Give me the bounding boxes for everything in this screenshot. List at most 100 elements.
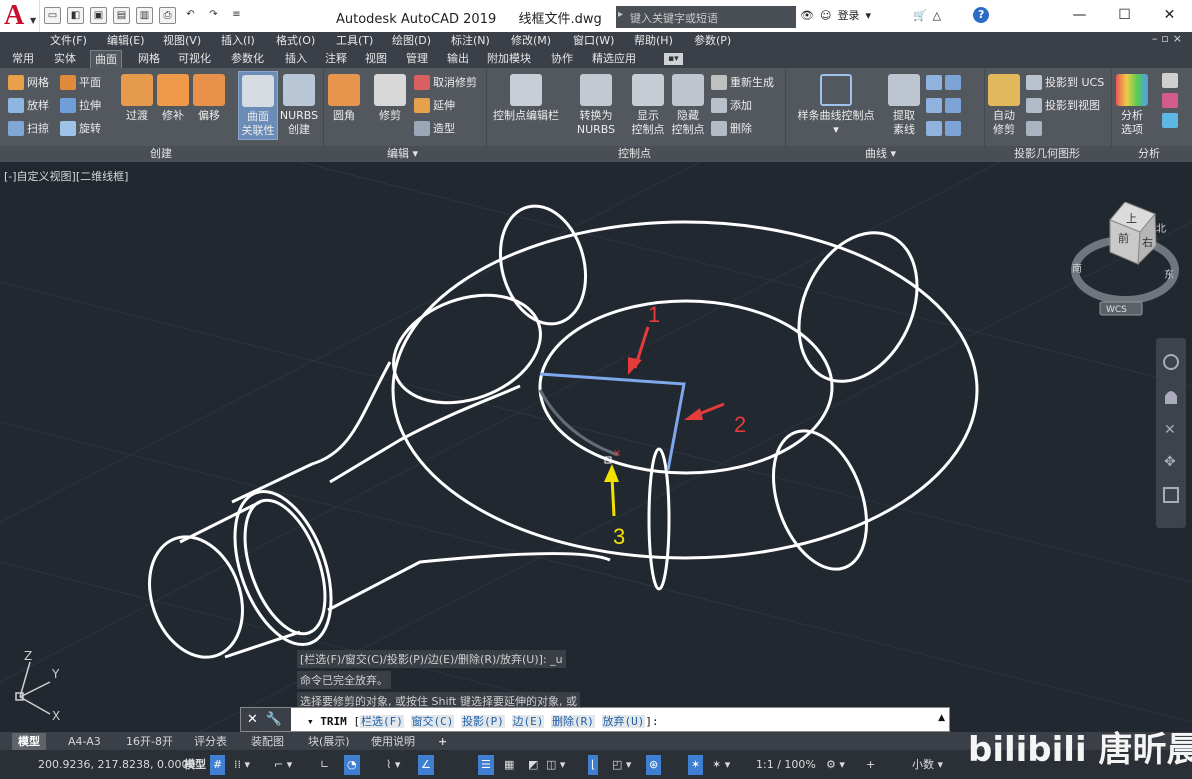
- login-link[interactable]: 登录: [837, 7, 859, 23]
- orbit-icon[interactable]: ✥: [1164, 454, 1176, 470]
- tab-layout-scoring[interactable]: 评分表: [194, 733, 227, 750]
- customize-qat-icon[interactable]: ≡: [228, 7, 245, 24]
- infer-constraints-icon[interactable]: ⌐ ▾: [274, 755, 292, 775]
- line-tools-row-2[interactable]: [926, 96, 961, 114]
- object-snap-tracking-icon[interactable]: ∠: [418, 755, 434, 775]
- nurbs-creation-button[interactable]: NURBS 创建: [279, 74, 319, 137]
- cart-icon[interactable]: 🛒: [913, 9, 927, 22]
- panel-title-analysis[interactable]: 分析: [1138, 146, 1160, 162]
- remove-cv-button[interactable]: 删除: [711, 119, 752, 137]
- viewcube[interactable]: 上 前 右 北 南 东 WCS: [1070, 201, 1180, 322]
- panel-title-project[interactable]: 投影几何图形: [1014, 146, 1080, 162]
- wrench-icon[interactable]: 🔧: [266, 712, 282, 727]
- trim-button[interactable]: 修剪: [372, 74, 408, 123]
- grid-toggle-icon[interactable]: #: [210, 755, 226, 775]
- tab-annotate[interactable]: 注释: [321, 50, 351, 68]
- tab-solid[interactable]: 实体: [50, 50, 80, 68]
- extend-button[interactable]: 延伸: [414, 96, 455, 114]
- tab-layout-blocks[interactable]: 块(展示): [308, 733, 350, 750]
- tab-addins[interactable]: 附加模块: [483, 50, 535, 68]
- option-edge[interactable]: 边(E): [511, 715, 545, 728]
- project-vector-button[interactable]: [1026, 119, 1042, 137]
- drawing-canvas[interactable]: × 1 2 3 Z Y X: [0, 162, 1192, 732]
- untrim-button[interactable]: 取消修剪: [414, 73, 477, 91]
- application-menu-button[interactable]: A ▼: [0, 0, 40, 32]
- menu-insert[interactable]: 插入(I): [221, 32, 255, 49]
- lineweight-icon[interactable]: ☰: [478, 755, 494, 775]
- surface-associativity-button[interactable]: 曲面 关联性: [238, 71, 278, 140]
- menu-draw[interactable]: 绘图(D): [392, 32, 431, 49]
- analysis-options-button[interactable]: 分析 选项: [1114, 74, 1150, 137]
- navigation-bar[interactable]: ✕ ✥: [1156, 338, 1186, 528]
- auto-scale-icon[interactable]: ✶ ▾: [712, 755, 730, 775]
- offset-button[interactable]: 偏移: [191, 74, 227, 123]
- tab-insert[interactable]: 插入: [281, 50, 311, 68]
- auto-trim-button[interactable]: 自动 修剪: [987, 74, 1021, 137]
- polar-tracking-icon[interactable]: ◔: [344, 755, 360, 775]
- convert-to-nurbs-button[interactable]: 转换为 NURBS: [573, 74, 619, 137]
- line-tools-row-3[interactable]: [926, 119, 961, 137]
- annotation-visibility-icon[interactable]: ✶: [688, 755, 704, 775]
- line-tools-row-1[interactable]: [926, 73, 961, 91]
- mesh-button[interactable]: 网格: [8, 73, 49, 91]
- menu-window[interactable]: 窗口(W): [573, 32, 614, 49]
- 3d-osnap-icon[interactable]: ◫ ▾: [546, 755, 565, 775]
- rebuild-button[interactable]: 重新生成: [711, 73, 774, 91]
- redo-icon[interactable]: ↷: [205, 7, 222, 24]
- steering-wheel-icon[interactable]: [1163, 354, 1179, 370]
- tab-output[interactable]: 输出: [443, 50, 473, 68]
- torus-inner-edge[interactable]: [538, 299, 834, 475]
- menu-file[interactable]: 文件(F): [50, 32, 87, 49]
- maximize-button[interactable]: ☐: [1102, 0, 1147, 30]
- extrude-button[interactable]: 拉伸: [60, 96, 101, 114]
- section-circle-bottom[interactable]: [647, 447, 671, 591]
- mdi-window-controls[interactable]: –▫×: [1152, 32, 1186, 45]
- open-folder-icon[interactable]: ◧: [67, 7, 84, 24]
- minimize-button[interactable]: —: [1057, 0, 1102, 30]
- project-to-ucs-button[interactable]: 投影到 UCS: [1026, 73, 1104, 91]
- pan-icon[interactable]: [1165, 391, 1177, 404]
- user-icon[interactable]: ☺: [820, 9, 831, 22]
- menu-help[interactable]: 帮助(H): [634, 32, 673, 49]
- add-layout-icon[interactable]: +: [438, 733, 447, 750]
- cv-edit-bar-button[interactable]: 控制点编辑栏: [490, 74, 562, 123]
- menu-edit[interactable]: 编辑(E): [107, 32, 145, 49]
- pipe-lower-edge[interactable]: [327, 552, 611, 612]
- spline-cv-button[interactable]: 样条曲线控制点 ▾: [794, 74, 878, 137]
- panel-title-curves[interactable]: 曲线 ▾: [865, 146, 896, 162]
- save-as-icon[interactable]: ▤: [113, 7, 130, 24]
- units-label[interactable]: 小数 ▾: [894, 755, 943, 775]
- tab-layout-a4a3[interactable]: A4-A3: [68, 733, 101, 750]
- menu-modify[interactable]: 修改(M): [511, 32, 551, 49]
- help-icon[interactable]: ?: [973, 7, 990, 23]
- pipe-upper-edge[interactable]: [231, 361, 392, 504]
- zoom-icon[interactable]: ✕: [1164, 422, 1176, 438]
- annotation-monitor-icon[interactable]: +: [866, 755, 875, 775]
- section-circle-right[interactable]: [776, 213, 940, 400]
- show-cv-button[interactable]: 显示 控制点: [627, 74, 669, 137]
- tab-surface[interactable]: 曲面: [90, 50, 122, 68]
- command-prompt[interactable]: ▾ TRIM [栏选(F) 窗交(C) 投影(P) 边(E) 删除(R) 放弃(…: [307, 713, 659, 729]
- transparency-icon[interactable]: ▦: [504, 755, 514, 775]
- cursor-coordinates[interactable]: 200.9236, 217.8238, 0.0000: [38, 758, 195, 771]
- viewport-controls-label[interactable]: [-]自定义视图][二维线框]: [4, 168, 128, 184]
- panel-title-cv[interactable]: 控制点: [618, 146, 651, 162]
- print-icon[interactable]: ⎙: [159, 7, 176, 24]
- section-circle-left[interactable]: [378, 276, 555, 422]
- analysis-tools[interactable]: [1162, 73, 1178, 128]
- sweep-button[interactable]: 扫掠: [8, 119, 49, 137]
- tab-layout-instructions[interactable]: 使用说明: [371, 733, 415, 750]
- selection-filter-icon[interactable]: ◰ ▾: [612, 755, 631, 775]
- pipe-end-circle[interactable]: [133, 524, 258, 671]
- section-circle-top[interactable]: [488, 196, 598, 333]
- fillet-button[interactable]: 圆角: [327, 74, 361, 123]
- option-erase[interactable]: 删除(R): [551, 715, 595, 728]
- close-icon[interactable]: ✕: [247, 712, 258, 727]
- option-undo[interactable]: 放弃(U): [601, 715, 646, 728]
- command-line[interactable]: ✕ 🔧 ▾ TRIM [栏选(F) 窗交(C) 投影(P) 边(E) 删除(R)…: [240, 707, 950, 732]
- autodesk-app-icon[interactable]: △: [933, 9, 941, 22]
- tab-visualize[interactable]: 可视化: [174, 50, 215, 68]
- project-to-view-button[interactable]: 投影到视图: [1026, 96, 1100, 114]
- sculpt-button[interactable]: 造型: [414, 119, 455, 137]
- command-history-toggle-icon[interactable]: ▲: [938, 713, 945, 723]
